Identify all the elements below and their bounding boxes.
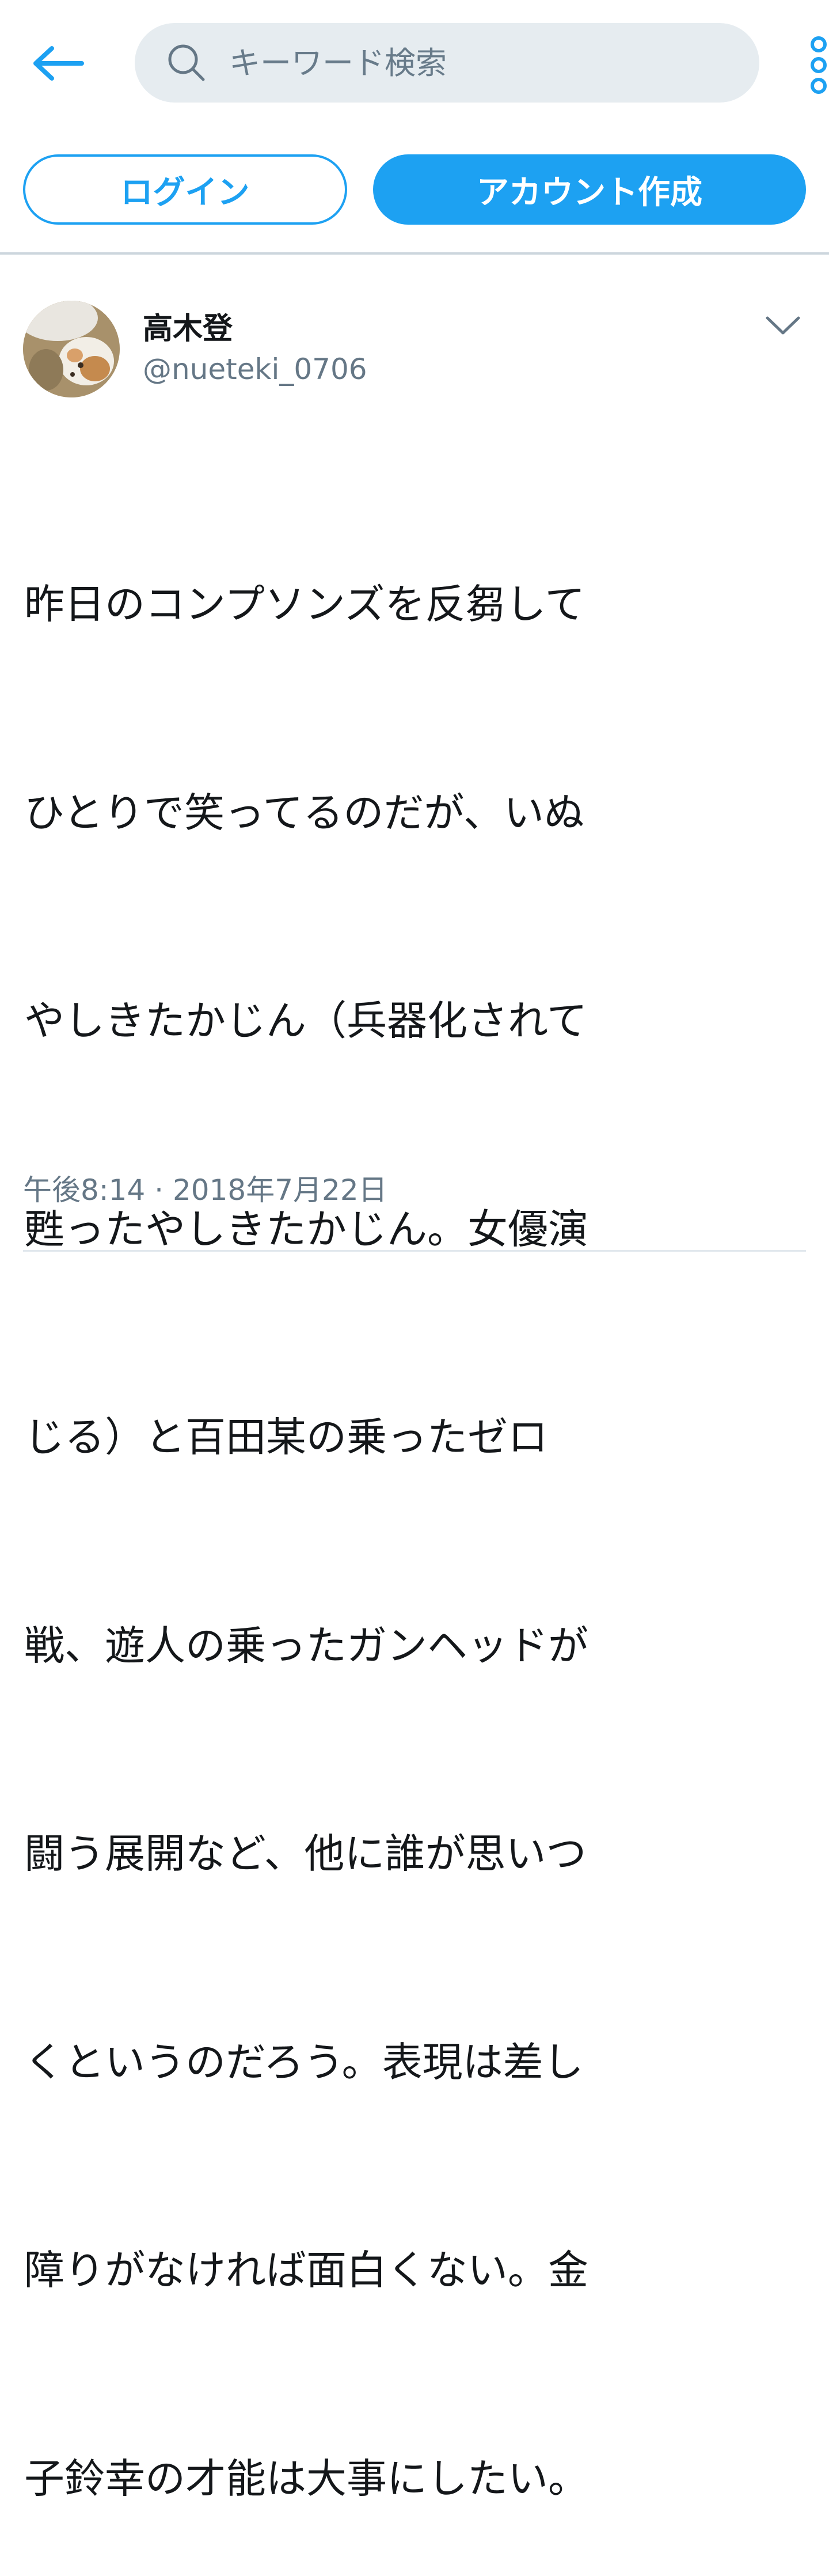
tweet-text-line: 闘う展開など、他に誰が思いつ bbox=[24, 1830, 587, 1877]
arrow-left-icon bbox=[33, 46, 84, 81]
search-icon bbox=[163, 40, 210, 86]
header-divider bbox=[0, 252, 829, 255]
tweet-text-line: 昨日のコンプソンズを反芻して bbox=[24, 581, 585, 628]
create-account-button[interactable]: アカウント作成 bbox=[373, 154, 806, 225]
search-input[interactable] bbox=[229, 37, 701, 89]
tweet-text-line: くというのだろう。表現は差し bbox=[24, 2038, 584, 2086]
chevron-down-icon bbox=[766, 316, 800, 335]
tweet-menu-button[interactable] bbox=[760, 305, 806, 346]
tweet-text: 昨日のコンプソンズを反芻して ひとりで笑ってるのだが、いぬ やしきたかじん（兵器… bbox=[24, 431, 813, 2576]
tweet-text-line: 障りがなければ面白くない。金 bbox=[24, 2247, 588, 2294]
more-options-button[interactable] bbox=[803, 35, 829, 98]
auth-buttons: ログイン アカウント作成 bbox=[0, 154, 829, 227]
login-button[interactable]: ログイン bbox=[23, 154, 347, 225]
tweet-text-line: 子鈴幸の才能は大事にしたい。 bbox=[24, 2454, 588, 2502]
display-name[interactable]: 高木登 bbox=[143, 304, 233, 347]
tweet-timestamp[interactable]: 午後8:14 · 2018年7月22日 bbox=[23, 1167, 387, 1209]
tweet-text-line: じる）と百田某の乗ったゼロ bbox=[24, 1414, 548, 1461]
tweet-text-line: ひとりで笑ってるのだが、いぬ bbox=[24, 789, 584, 836]
search-bar[interactable] bbox=[135, 23, 759, 103]
top-bar bbox=[0, 0, 829, 115]
user-handle[interactable]: @nueteki_0706 bbox=[143, 353, 367, 386]
avatar[interactable] bbox=[23, 301, 120, 397]
more-vertical-icon bbox=[811, 36, 827, 94]
tweet-divider bbox=[23, 1250, 806, 1252]
tweet-text-line: やしきたかじん（兵器化されて bbox=[24, 997, 587, 1044]
back-button[interactable] bbox=[26, 35, 89, 92]
tweet-text-line: 戦、遊人の乗ったガンヘッドが bbox=[24, 1622, 588, 1669]
